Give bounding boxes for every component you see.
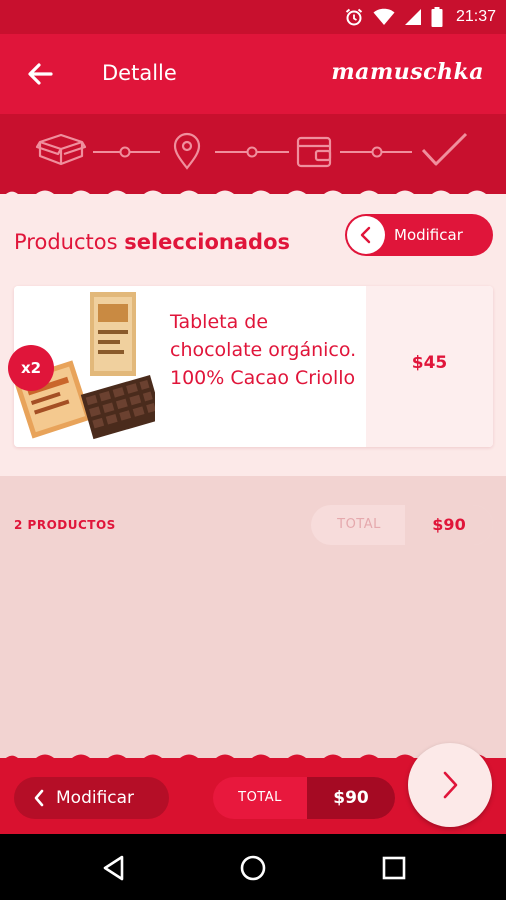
checkout-stepper (0, 114, 506, 196)
back-button[interactable] (22, 56, 58, 92)
arrow-left-icon (28, 63, 53, 85)
section-title-bold: seleccionados (124, 230, 291, 254)
square-recents-icon (382, 856, 406, 880)
bottom-modify-button[interactable]: Modificar (14, 777, 169, 819)
bottom-total-value: $90 (307, 777, 395, 819)
app-bar: Detalle mamuschka (0, 34, 506, 114)
next-step-button[interactable] (408, 743, 492, 827)
quantity-badge: x2 (8, 345, 54, 391)
nav-recents-button[interactable] (378, 852, 410, 884)
section-title: Productos seleccionados (14, 230, 290, 254)
brand-logo: mamuschka (331, 59, 484, 85)
summary-total-label: TOTAL (337, 517, 381, 532)
product-name: Tableta de chocolate orgánico. 100% Caca… (170, 311, 357, 389)
product-item[interactable]: Tableta de chocolate orgánico. 100% Caca… (14, 286, 493, 447)
chevron-left-icon (24, 789, 54, 807)
wifi-icon (373, 8, 395, 26)
modify-button-label: Modificar (394, 226, 463, 244)
section-title-light: Productos (14, 230, 118, 254)
alarm-icon (345, 8, 363, 26)
nav-back-button[interactable] (98, 852, 130, 884)
bottom-modify-label: Modificar (56, 788, 135, 808)
nav-home-button[interactable] (237, 852, 269, 884)
status-bar: 21:37 (0, 0, 506, 34)
page-title: Detalle (102, 61, 177, 85)
triangle-back-icon (103, 855, 124, 881)
chevron-right-icon (443, 771, 458, 799)
android-navigation-bar (0, 834, 506, 900)
location-pin-icon (173, 132, 201, 170)
chevron-left-icon (360, 226, 371, 244)
status-time: 21:37 (455, 8, 496, 25)
battery-icon (431, 7, 443, 27)
bottom-total: TOTAL $90 (213, 777, 395, 819)
product-price: $45 (411, 353, 448, 373)
wallet-icon (296, 136, 332, 168)
bottom-total-label: TOTAL (238, 790, 282, 805)
summary-total-value: $90 (405, 505, 493, 545)
check-icon (421, 132, 468, 166)
product-count: 2 PRODUCTOS (14, 518, 116, 532)
circle-home-icon (240, 855, 266, 881)
summary-total: TOTAL $90 (311, 505, 493, 545)
chevron-left-circle (347, 216, 385, 254)
stepper-graphic (35, 132, 468, 170)
signal-icon (404, 9, 421, 25)
box-icon (35, 133, 87, 166)
modify-products-button[interactable]: Modificar (345, 214, 493, 256)
status-icons: 21:37 (344, 6, 496, 28)
